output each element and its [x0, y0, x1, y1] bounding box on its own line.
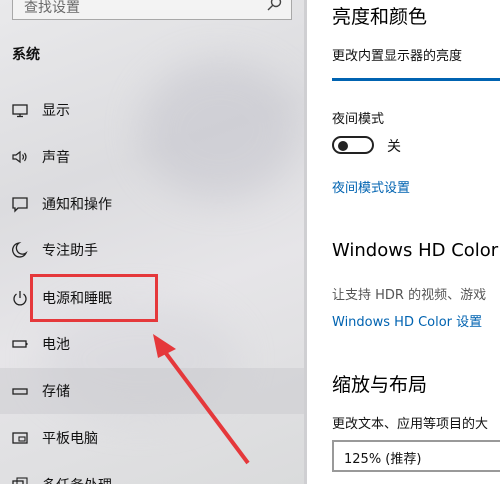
- sidebar-item-storage[interactable]: 存储: [0, 368, 304, 414]
- scale-desc: 更改文本、应用等项目的大: [332, 417, 489, 432]
- search-input[interactable]: 查找设置: [12, 0, 292, 20]
- power-icon: [13, 291, 27, 306]
- brightness-slider[interactable]: [332, 78, 500, 81]
- sidebar-item-notifications[interactable]: 通知和操作: [0, 181, 304, 227]
- hd-color-title: Windows HD Color: [332, 240, 499, 261]
- search-placeholder: 查找设置: [24, 0, 80, 16]
- message-icon: [12, 197, 28, 213]
- night-mode-toggle[interactable]: [332, 136, 374, 154]
- scale-select[interactable]: 125% (推荐): [332, 440, 500, 472]
- sidebar-item-label: 多任务处理: [42, 475, 112, 484]
- sidebar-item-label: 平板电脑: [42, 431, 98, 447]
- annotation-highlight-box: [30, 274, 158, 322]
- sidebar-item-label: 专注助手: [42, 243, 98, 259]
- scale-select-value: 125% (推荐): [344, 452, 422, 467]
- sidebar: 查找设置 系统 显示 声音 通知和操作 专注助手 电源和睡眠 电池 存储 平板电…: [0, 0, 307, 484]
- sidebar-item-battery[interactable]: 电池: [0, 321, 304, 367]
- sidebar-item-label: 电池: [42, 337, 70, 353]
- scale-layout-title: 缩放与布局: [332, 374, 428, 396]
- tablet-icon: [12, 432, 28, 444]
- sidebar-item-label: 显示: [42, 103, 70, 119]
- multitask-icon: [12, 477, 28, 484]
- night-mode-label: 夜间模式: [332, 112, 385, 127]
- sidebar-item-sound[interactable]: 声音: [0, 134, 304, 180]
- sidebar-item-focus-assist[interactable]: 专注助手: [0, 227, 304, 273]
- sidebar-item-tablet[interactable]: 平板电脑: [0, 415, 304, 461]
- hd-color-desc: 让支持 HDR 的视频、游戏: [332, 288, 487, 303]
- brightness-title: 亮度和颜色: [332, 6, 428, 28]
- settings-content: 亮度和颜色 更改内置显示器的亮度 夜间模式 关 夜间模式设置 Windows H…: [307, 0, 500, 484]
- sidebar-item-label: 存储: [42, 384, 70, 400]
- monitor-icon: [12, 104, 28, 118]
- battery-icon: [12, 340, 28, 348]
- speaker-icon: [12, 150, 27, 164]
- brightness-desc: 更改内置显示器的亮度: [332, 49, 463, 64]
- sidebar-item-display[interactable]: 显示: [0, 87, 304, 133]
- sidebar-item-multitasking[interactable]: 多任务处理: [0, 462, 304, 484]
- search-icon: [267, 0, 282, 11]
- sidebar-item-label: 通知和操作: [42, 197, 112, 213]
- sidebar-item-label: 声音: [42, 150, 70, 166]
- moon-icon: [12, 242, 28, 258]
- storage-icon: [12, 388, 28, 395]
- night-mode-settings-link[interactable]: 夜间模式设置: [332, 177, 410, 196]
- toggle-knob: [338, 141, 348, 151]
- section-title: 系统: [12, 47, 40, 63]
- night-mode-state: 关: [387, 139, 401, 155]
- hd-color-settings-link[interactable]: Windows HD Color 设置: [332, 311, 482, 330]
